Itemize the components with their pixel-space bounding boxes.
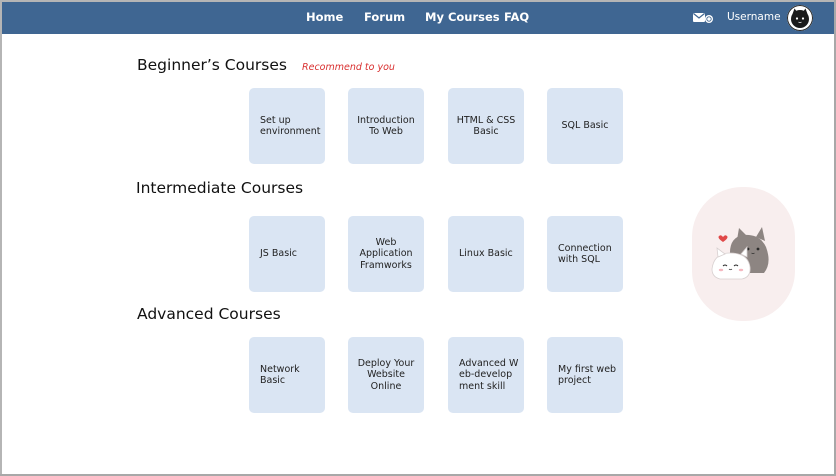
heart-icon — [718, 235, 728, 242]
cat-mascot-illustration — [692, 187, 795, 321]
course-card-advanced-web-development-skill[interactable]: Advanced Web-development skill — [448, 337, 524, 413]
notification-badge-icon — [705, 15, 713, 23]
nav-faq-link[interactable]: FAQ — [504, 10, 529, 24]
course-card-html-css-basic[interactable]: HTML & CSS Basic — [448, 88, 524, 164]
cat-avatar-icon[interactable] — [787, 5, 813, 31]
beginner-section-title: Beginner’s Courses — [137, 56, 287, 74]
course-card-js-basic[interactable]: JS Basic — [249, 216, 325, 292]
username-label[interactable]: Username — [727, 11, 781, 23]
page: Home Forum My Courses FAQ Username Begin… — [0, 0, 834, 474]
course-card-setup-environment[interactable]: Set up environment — [249, 88, 325, 164]
intermediate-section-title: Intermediate Courses — [136, 179, 304, 197]
nav-home-link[interactable]: Home — [306, 10, 343, 24]
course-card-introduction-to-web[interactable]: Introduction To Web — [348, 88, 424, 164]
course-card-web-application-frameworks[interactable]: Web Application Framworks — [348, 216, 424, 292]
course-card-sql-basic[interactable]: SQL Basic — [547, 88, 623, 164]
course-card-connection-with-sql[interactable]: Connection with SQL — [547, 216, 623, 292]
advanced-section-title: Advanced Courses — [137, 305, 281, 323]
mail-icon[interactable] — [692, 11, 714, 25]
nav-my-courses-link[interactable]: My Courses — [425, 10, 500, 24]
top-navbar: Home Forum My Courses FAQ Username — [2, 2, 834, 34]
course-card-linux-basic[interactable]: Linux Basic — [448, 216, 524, 292]
course-card-network-basic[interactable]: Network Basic — [249, 337, 325, 413]
course-card-my-first-web-project[interactable]: My first web project — [547, 337, 623, 413]
nav-forum-link[interactable]: Forum — [364, 10, 405, 24]
cat-mascot-icon — [711, 227, 769, 280]
course-card-deploy-your-website-online[interactable]: Deploy Your Website Online — [348, 337, 424, 413]
recommend-tag: Recommend to you — [302, 62, 395, 73]
